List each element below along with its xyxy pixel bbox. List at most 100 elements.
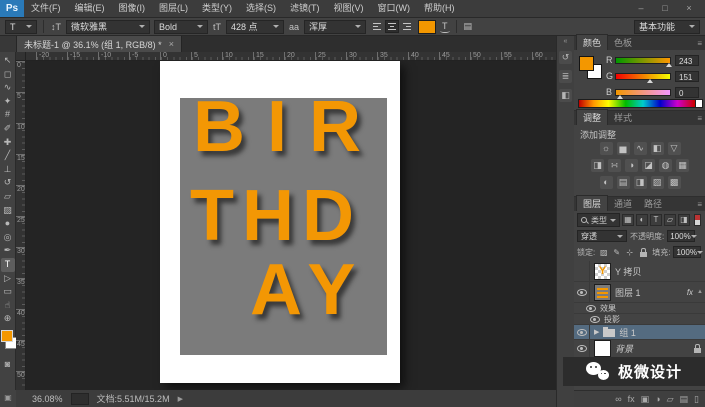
healing-brush-tool[interactable]: ✚: [1, 136, 15, 150]
menu-item[interactable]: 图层(L): [152, 0, 195, 17]
move-tool[interactable]: ↖: [1, 54, 15, 68]
layer-thumbnail[interactable]: [594, 340, 611, 357]
menu-item[interactable]: 选择(S): [239, 0, 283, 17]
group-row-selected[interactable]: ▶ 组 1: [574, 325, 705, 340]
foreground-color-swatch[interactable]: [1, 330, 13, 342]
adjustment-icon[interactable]: ◧: [651, 142, 664, 155]
visibility-toggle[interactable]: [574, 282, 590, 302]
font-size-select[interactable]: 428 点: [226, 20, 284, 34]
adjustment-icon[interactable]: ☼: [600, 142, 613, 155]
foreground-color-swatch[interactable]: [579, 56, 594, 71]
adjustment-icon[interactable]: ◨: [634, 176, 647, 189]
eye-icon[interactable]: [590, 316, 600, 323]
blue-slider[interactable]: [615, 89, 671, 96]
link-layers-icon[interactable]: ∞: [615, 394, 621, 404]
font-family-select[interactable]: 微软雅黑: [66, 20, 150, 34]
window-control-button[interactable]: □: [653, 0, 677, 17]
anti-alias-select[interactable]: 浑厚: [304, 20, 366, 34]
align-right-button[interactable]: [400, 20, 414, 33]
panel-menu-icon[interactable]: ≡: [697, 37, 705, 50]
green-slider[interactable]: [615, 73, 671, 80]
adjustment-icon[interactable]: ◐: [600, 176, 613, 189]
slider-thumb[interactable]: [666, 63, 672, 67]
new-group-icon[interactable]: ▱: [667, 394, 674, 405]
scroll-up-arrow[interactable]: ▲: [697, 289, 703, 295]
lasso-tool[interactable]: ∿: [1, 81, 15, 95]
visibility-toggle[interactable]: [574, 261, 590, 281]
tab-layers[interactable]: 图层: [576, 195, 608, 211]
screen-mode-button[interactable]: ▣: [0, 390, 16, 407]
layer-name[interactable]: 背景: [615, 342, 633, 355]
background-layer-row[interactable]: 背景: [574, 340, 705, 358]
layer-mask-icon[interactable]: ▣: [641, 394, 650, 405]
warp-text-button[interactable]: T: [440, 21, 450, 33]
clone-stamp-tool[interactable]: ⊥: [1, 163, 15, 177]
quick-selection-tool[interactable]: ✦: [1, 95, 15, 109]
close-tab-icon[interactable]: ×: [169, 39, 174, 49]
menu-item[interactable]: 文件(F): [24, 0, 68, 17]
tool-preset-picker[interactable]: T: [5, 20, 37, 34]
lock-option-icon[interactable]: ▨: [598, 247, 609, 258]
marquee-tool[interactable]: ◻: [1, 68, 15, 82]
lock-option-icon[interactable]: ⊹: [624, 247, 635, 258]
brush-tool[interactable]: ╱: [1, 149, 15, 163]
gradient-tool[interactable]: ▨: [1, 204, 15, 218]
green-value-field[interactable]: 151: [675, 71, 699, 82]
slider-thumb[interactable]: [647, 79, 653, 83]
rectangle-tool[interactable]: ▭: [1, 285, 15, 299]
adjustment-icon[interactable]: ◨: [591, 159, 604, 172]
adjustment-icon[interactable]: ∺: [608, 159, 621, 172]
red-slider[interactable]: [615, 57, 671, 64]
adjustment-layer-icon[interactable]: ◑: [655, 394, 660, 404]
drop-shadow-label[interactable]: 投影: [604, 314, 620, 325]
workspace-select[interactable]: 基本功能: [634, 20, 700, 34]
menu-item[interactable]: 视图(V): [327, 0, 371, 17]
drop-shadow-effect-row[interactable]: 投影: [574, 314, 705, 325]
window-control-button[interactable]: –: [629, 0, 653, 17]
adjustment-icon[interactable]: ▨: [651, 176, 664, 189]
path-selection-tool[interactable]: ▷: [1, 272, 15, 286]
ruler-corner[interactable]: [16, 52, 26, 61]
align-left-button[interactable]: [370, 20, 384, 33]
filter-toggle-switch[interactable]: [694, 214, 701, 226]
adjustment-icon[interactable]: ◑: [625, 159, 638, 172]
delete-layer-icon[interactable]: ▯: [694, 394, 699, 405]
adjustment-icon[interactable]: ▩: [668, 176, 681, 189]
status-options-arrow[interactable]: ▶: [178, 395, 183, 403]
quick-mask-button[interactable]: ◙: [5, 359, 10, 369]
menu-item[interactable]: 窗口(W): [371, 0, 418, 17]
expand-group-icon[interactable]: ▶: [594, 328, 599, 336]
tab-adjustments[interactable]: 调整: [576, 109, 608, 125]
toggle-panels-button[interactable]: ▤: [463, 21, 474, 32]
adjustment-icon[interactable]: ◪: [642, 159, 655, 172]
filter-icon[interactable]: ◐: [636, 214, 648, 226]
expand-dock-icon[interactable]: «: [564, 38, 568, 45]
slider-thumb[interactable]: [617, 95, 623, 99]
layer-row-y-copy[interactable]: Y Y 拷贝: [574, 261, 705, 282]
panel-menu-icon[interactable]: ≡: [697, 112, 705, 125]
layer-name[interactable]: 图层 1: [615, 286, 641, 299]
adjustment-icon[interactable]: ▅: [617, 142, 630, 155]
visibility-toggle[interactable]: [574, 325, 590, 339]
layer-thumbnail[interactable]: Y: [594, 263, 611, 280]
tab-paths[interactable]: 路径: [638, 196, 668, 211]
document-tab[interactable]: 未标题-1 @ 36.1% (组 1, RGB/8) * ×: [17, 36, 182, 52]
properties-panel-icon[interactable]: ≣: [559, 70, 572, 83]
text-orientation-button[interactable]: ↕T: [50, 22, 62, 32]
color-spectrum-bar[interactable]: [578, 99, 703, 108]
layer-name[interactable]: Y 拷贝: [615, 265, 641, 278]
align-center-button[interactable]: [385, 20, 399, 33]
menu-item[interactable]: 编辑(E): [68, 0, 112, 17]
fx-badge[interactable]: fx: [687, 288, 693, 297]
menu-item[interactable]: 类型(Y): [195, 0, 239, 17]
adjustment-icon[interactable]: ▽: [668, 142, 681, 155]
adjustment-icon[interactable]: ◍: [659, 159, 672, 172]
adjustment-icon[interactable]: ▦: [676, 159, 689, 172]
dodge-tool[interactable]: ◎: [1, 231, 15, 245]
red-value-field[interactable]: 243: [675, 55, 699, 66]
tab-styles[interactable]: 样式: [608, 110, 638, 125]
filter-icon[interactable]: ▦: [622, 214, 634, 226]
eye-icon[interactable]: [586, 305, 596, 312]
tab-channels[interactable]: 通道: [608, 196, 638, 211]
blend-mode-select[interactable]: 穿透: [577, 230, 627, 242]
